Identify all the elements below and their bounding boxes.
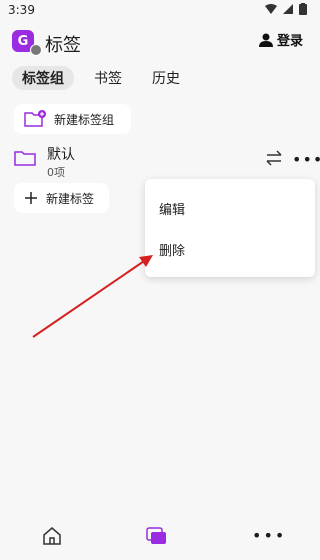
- login-button[interactable]: 登录: [258, 30, 303, 49]
- folder-icon: [14, 151, 36, 166]
- tab-history[interactable]: 历史: [142, 66, 190, 90]
- menu-item-delete[interactable]: 删除: [159, 240, 185, 259]
- home-icon[interactable]: [42, 526, 62, 546]
- signal-icon: [283, 4, 293, 14]
- new-tag-label: 新建标签: [46, 191, 95, 206]
- status-time: 3:39: [8, 3, 35, 17]
- status-icons: [265, 3, 307, 15]
- more-options-icon[interactable]: •••: [292, 150, 320, 169]
- context-menu: 编辑 删除: [145, 179, 315, 277]
- nav-more-icon[interactable]: •••: [252, 526, 286, 545]
- tags-nav-icon[interactable]: [145, 526, 167, 546]
- group-row-default[interactable]: 默认 0项 •••: [12, 142, 320, 180]
- menu-item-edit[interactable]: 编辑: [159, 199, 185, 218]
- tab-tag-groups[interactable]: 标签组: [12, 66, 74, 90]
- swap-icon[interactable]: [264, 148, 284, 168]
- tab-bookmarks[interactable]: 书签: [84, 66, 132, 90]
- new-group-label: 新建标签组: [54, 112, 115, 127]
- group-count: 0项: [47, 166, 65, 179]
- plus-icon: [25, 192, 37, 204]
- folder-add-icon: [24, 110, 46, 127]
- bottom-nav: •••: [0, 518, 315, 558]
- person-icon: [258, 33, 273, 47]
- avatar-badge-icon: [30, 44, 42, 56]
- wifi-icon: [265, 4, 277, 14]
- tab-bar: 标签组 书签 历史: [12, 66, 190, 90]
- group-name: 默认: [47, 147, 75, 163]
- new-group-button[interactable]: 新建标签组: [14, 104, 131, 134]
- battery-icon: [299, 3, 307, 15]
- new-tag-button[interactable]: 新建标签: [14, 183, 109, 213]
- login-label: 登录: [276, 34, 303, 49]
- page-title: 标签: [45, 35, 81, 56]
